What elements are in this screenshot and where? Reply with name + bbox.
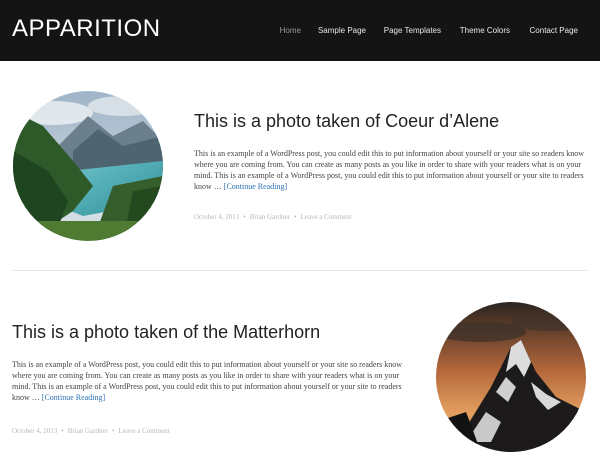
meta-separator: •: [293, 213, 297, 221]
site-title[interactable]: APPARITION: [12, 15, 161, 43]
post-1-continue-reading-link[interactable]: [Continue Reading]: [224, 182, 287, 191]
post-1-date: October 4, 2013: [194, 213, 240, 221]
mountain-photo: [436, 302, 586, 452]
post-1-excerpt: This is an example of a WordPress post, …: [194, 148, 588, 192]
post-2-comments-link[interactable]: Leave a Comment: [118, 427, 169, 435]
post-divider: [12, 270, 588, 271]
post-1-comments-link[interactable]: Leave a Comment: [300, 213, 351, 221]
nav-item-sample-page[interactable]: Sample Page: [318, 26, 366, 35]
post-2-date: October 4, 2013: [12, 427, 58, 435]
nav-item-contact-page[interactable]: Contact Page: [530, 26, 578, 35]
meta-separator: •: [243, 213, 246, 221]
nav-item-page-templates[interactable]: Page Templates: [384, 26, 441, 35]
post-2-title[interactable]: This is a photo taken of the Matterhorn: [12, 322, 320, 343]
nav-item-home[interactable]: Home: [280, 26, 301, 35]
post-2-meta: October 4, 2013 • Brian Gardner • Leave a Co…: [12, 427, 170, 435]
meta-separator: •: [61, 427, 64, 435]
post-1-title[interactable]: This is a photo taken of Coeur d’Alene: [194, 111, 499, 132]
post-2-continue-reading-link[interactable]: [Continue Reading]: [42, 393, 105, 402]
post-1-author[interactable]: Brian Gardner: [250, 213, 290, 221]
lake-landscape-photo: [13, 91, 163, 241]
site-header: APPARITION Home Sample Page Page Templat…: [0, 0, 600, 61]
post-2-excerpt: This is an example of a WordPress post, …: [12, 359, 412, 403]
post-1-meta: October 4, 2013 • Brian Gardner • Leave a Co…: [194, 213, 352, 221]
meta-separator: •: [111, 427, 115, 435]
post-2-thumbnail[interactable]: [436, 302, 586, 452]
nav-item-theme-colors[interactable]: Theme Colors: [460, 26, 510, 35]
post-2-author[interactable]: Brian Gardner: [68, 427, 108, 435]
post-1-thumbnail[interactable]: [13, 91, 163, 241]
